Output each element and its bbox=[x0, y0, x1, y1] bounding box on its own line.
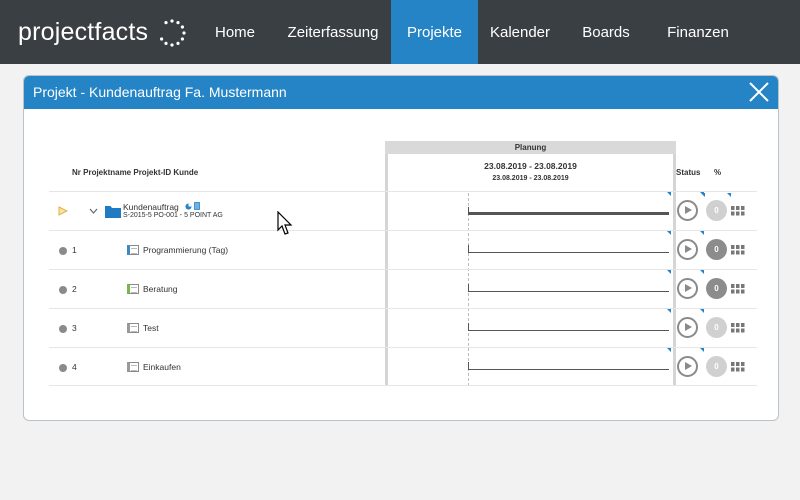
row-marker bbox=[700, 270, 704, 274]
grid-menu-icon[interactable] bbox=[731, 245, 745, 255]
grid-menu-icon[interactable] bbox=[731, 206, 745, 216]
task-icon bbox=[127, 362, 139, 372]
row-task-name[interactable]: Test bbox=[143, 323, 159, 333]
close-icon[interactable] bbox=[748, 81, 770, 103]
dialog-header: Projekt - Kundenauftrag Fa. Mustermann bbox=[24, 76, 778, 109]
status-play-button[interactable] bbox=[677, 278, 698, 299]
table-row[interactable]: 1 Programmierung (Tag) 0 bbox=[49, 230, 757, 269]
nav-item-boards[interactable]: Boards bbox=[570, 0, 642, 64]
gantt-bar[interactable] bbox=[468, 369, 669, 370]
row-marker bbox=[700, 231, 704, 235]
task-icon bbox=[127, 284, 139, 294]
percent-badge: 0 bbox=[706, 278, 727, 299]
status-play-button[interactable] bbox=[677, 317, 698, 338]
planning-date-range: 23.08.2019 - 23.08.2019 bbox=[484, 161, 577, 171]
task-icon bbox=[127, 245, 139, 255]
row-number: 1 bbox=[72, 245, 77, 255]
row-status-dot bbox=[59, 286, 67, 294]
grid-menu-icon[interactable] bbox=[731, 362, 745, 372]
table-row[interactable]: 4 Einkaufen 0 bbox=[49, 347, 757, 386]
column-header-project: Nr Projektname Projekt-ID Kunde bbox=[72, 168, 199, 177]
status-play-button[interactable] bbox=[677, 239, 698, 260]
row-status-dot bbox=[59, 364, 67, 372]
row-marker bbox=[667, 270, 671, 274]
task-icon bbox=[127, 323, 139, 333]
percent-badge: 0 bbox=[706, 200, 727, 221]
nav-item-kalender[interactable]: Kalender bbox=[480, 0, 560, 64]
nav-item-zeiterfassung[interactable]: Zeiterfassung bbox=[279, 0, 387, 64]
status-pie-icon bbox=[185, 203, 192, 210]
row-task-name[interactable]: Einkaufen bbox=[143, 362, 181, 372]
gantt-bar[interactable] bbox=[468, 252, 669, 253]
nav-item-home[interactable]: Home bbox=[203, 0, 267, 64]
table-row[interactable]: 3 Test 0 bbox=[49, 308, 757, 347]
percent-badge: 0 bbox=[706, 356, 727, 377]
grid-menu-icon[interactable] bbox=[731, 284, 745, 294]
table-row[interactable]: 2 Beratung 0 bbox=[49, 269, 757, 308]
row-marker bbox=[700, 309, 704, 313]
gantt-bar[interactable] bbox=[468, 291, 669, 292]
planning-caption: Planung bbox=[385, 141, 676, 154]
gantt-bar[interactable] bbox=[468, 212, 669, 215]
row-marker bbox=[667, 192, 671, 196]
percent-badge: 0 bbox=[706, 317, 727, 338]
row-marker bbox=[667, 348, 671, 352]
grid-menu-icon[interactable] bbox=[731, 323, 745, 333]
row-marker bbox=[700, 348, 704, 352]
folder-icon bbox=[105, 206, 121, 218]
status-play-button[interactable] bbox=[677, 356, 698, 377]
logo-dots-icon bbox=[160, 19, 186, 47]
percent-badge: 0 bbox=[706, 239, 727, 260]
row-status-dot bbox=[59, 247, 67, 255]
row-number: 2 bbox=[72, 284, 77, 294]
row-task-name[interactable]: Programmierung (Tag) bbox=[143, 245, 228, 255]
row-number: 3 bbox=[72, 323, 77, 333]
gantt-bar[interactable] bbox=[468, 330, 669, 331]
row-marker bbox=[700, 192, 704, 196]
app-logo[interactable]: projectfacts bbox=[18, 14, 186, 50]
document-icon bbox=[194, 202, 200, 210]
row-number: 4 bbox=[72, 362, 77, 372]
row-marker bbox=[667, 309, 671, 313]
row-status-dot bbox=[59, 325, 67, 333]
row-marker bbox=[667, 231, 671, 235]
project-grid: Nr Projektname Projekt-ID Kunde Planung … bbox=[24, 109, 778, 420]
column-header-percent[interactable]: % bbox=[714, 168, 721, 177]
mouse-cursor-icon bbox=[277, 211, 293, 235]
nav-item-finanzen[interactable]: Finanzen bbox=[656, 0, 740, 64]
nav-item-projekte[interactable]: Projekte bbox=[391, 0, 478, 64]
status-play-button[interactable] bbox=[677, 200, 698, 221]
project-dialog: Projekt - Kundenauftrag Fa. Mustermann N… bbox=[23, 75, 779, 421]
table-row[interactable]: Kundenauftrag S-2015-5 PO-001 - 5 POINT … bbox=[49, 191, 757, 230]
row-task-name[interactable]: Beratung bbox=[143, 284, 178, 294]
row-project-name[interactable]: Kundenauftrag bbox=[123, 202, 179, 212]
chevron-down-icon[interactable] bbox=[89, 208, 98, 215]
play-triangle-icon[interactable] bbox=[58, 206, 68, 216]
app-logo-text: projectfacts bbox=[18, 18, 149, 46]
planning-date-range-small: 23.08.2019 - 23.08.2019 bbox=[492, 175, 569, 182]
column-header-status[interactable]: Status bbox=[676, 168, 700, 177]
row-project-meta: S-2015-5 PO-001 - 5 POINT AG bbox=[123, 212, 223, 219]
dialog-title: Projekt - Kundenauftrag Fa. Mustermann bbox=[33, 84, 287, 100]
top-navigation-bar: projectfacts Home Zeiterfassung Projekte… bbox=[0, 0, 800, 64]
